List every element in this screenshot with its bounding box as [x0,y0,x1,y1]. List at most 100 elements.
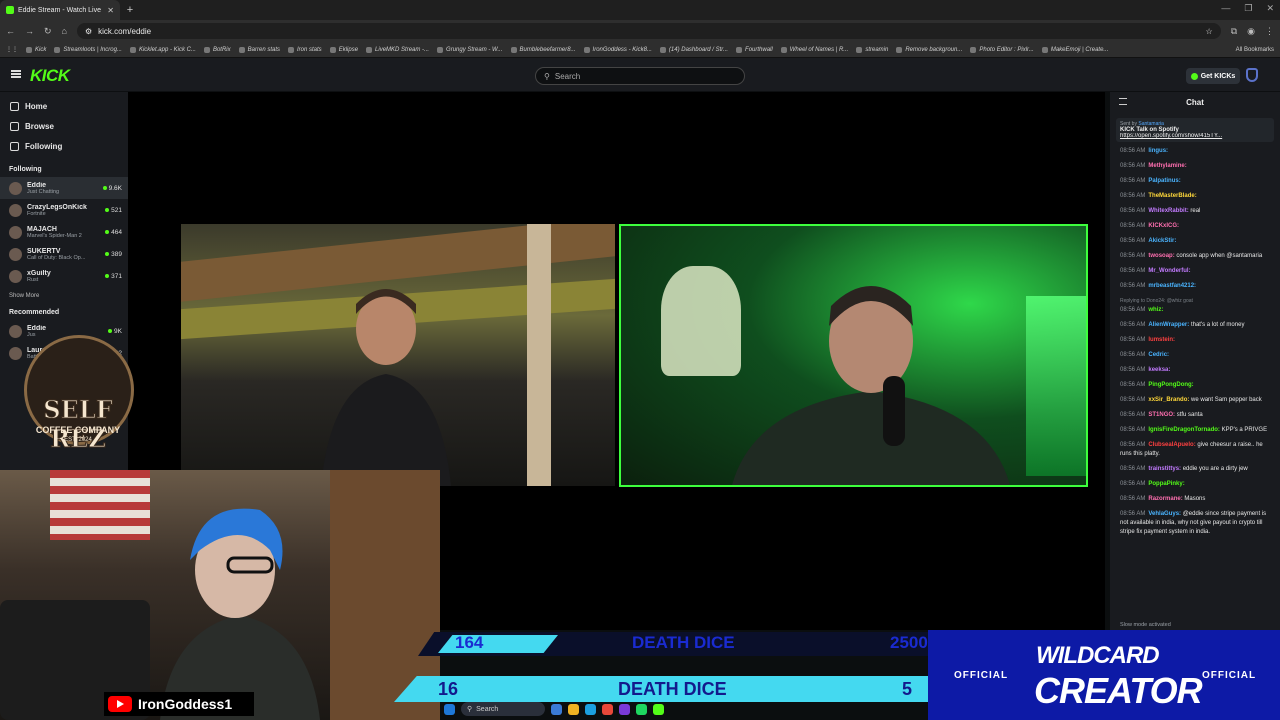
sidebar-channel[interactable]: xGuilty Rust 371 [0,265,128,287]
bookmark-favicon-icon [970,46,977,53]
message-username[interactable]: PingPongDong: [1148,382,1193,388]
close-window-icon[interactable]: ✕ [1266,3,1274,14]
message-username[interactable]: keeksa: [1148,367,1170,373]
bookmark-item[interactable]: Iron stats [288,46,322,53]
all-bookmarks-folder[interactable]: All Bookmarks [1236,47,1274,53]
sidebar-channel[interactable]: Eddie Just Chatting 9.6K [0,177,128,199]
viewer-count: 371 [105,273,122,280]
bookmark-star-icon[interactable]: ☆ [1206,27,1213,36]
bookmark-item[interactable]: Wheel of Names | R... [780,46,848,53]
maximize-icon[interactable]: ❐ [1244,3,1252,14]
apps-grid-icon[interactable]: ⋮⋮ [6,46,18,53]
taskbar-app-icon[interactable] [619,703,630,715]
sidebar-channel[interactable]: MAJACH Marvel's Spider-Man 2 464 [0,221,128,243]
taskbar-search[interactable]: ⚲ Search [461,702,545,716]
url-bar[interactable]: ⚙ kick.com/eddie ☆ [76,23,1221,39]
bookmark-favicon-icon [583,46,590,53]
reload-icon[interactable]: ↻ [44,26,52,37]
chrome-icon[interactable] [602,703,613,715]
user-shield-icon[interactable] [1246,68,1258,82]
youtube-handle-overlay: IronGoddess1 [104,692,254,716]
bookmark-item[interactable]: Bumblebeefarmer8... [510,46,576,53]
message-username[interactable]: Razormane: [1148,496,1182,502]
message-username[interactable]: mrbeastfan4212: [1148,283,1196,289]
bookmark-item[interactable]: LiveMKD Stream -... [366,46,429,53]
bookmark-item[interactable]: IronGoddess - Kick8... [583,46,652,53]
taskbar-app-icon[interactable] [551,703,562,715]
channel-category: Call of Duty: Black Op... [27,254,86,261]
bookmark-item[interactable]: streamin [856,46,888,53]
message-text: Masons [1184,496,1206,502]
kick-app-icon[interactable] [653,703,664,715]
message-username[interactable]: PoppaPinky: [1148,481,1184,487]
bookmark-item[interactable]: BotRix [203,46,231,53]
new-tab-button[interactable]: + [120,4,140,16]
bookmarks-bar: ⋮⋮ Kick Streamloots | Incrog... Kicklet.app… [0,42,1280,58]
sidebar-channel[interactable]: SUKERTV Call of Duty: Black Op... 389 [0,243,128,265]
search-input[interactable]: ⚲ Search [535,67,745,85]
bookmark-item[interactable]: Kicklet.app - Kick C... [129,46,196,53]
kick-logo[interactable]: KICK [30,66,70,86]
nav-following[interactable]: Following [0,136,128,156]
message-username[interactable]: whiz: [1148,307,1163,313]
home-icon [10,101,19,111]
collapse-chat-icon[interactable] [1119,98,1127,105]
nav-browse[interactable]: Browse [0,116,128,136]
bookmark-item[interactable]: Kick [26,46,46,53]
message-username[interactable]: Cedric: [1148,352,1169,358]
close-tab-icon[interactable]: ✕ [107,6,114,15]
spotify-icon[interactable] [636,703,647,715]
menu-hamburger-icon[interactable] [11,70,21,78]
message-username[interactable]: Methylamine: [1148,163,1186,169]
message-time: 08:56 AM [1120,163,1146,169]
browser-tab-bar: Eddie Stream - Watch Live ✕ + — ❐ ✕ [0,0,1280,20]
message-username[interactable]: twosoap: [1148,253,1174,259]
message-username[interactable]: VehlaGuys: [1148,511,1181,517]
windows-start-icon[interactable] [444,703,455,715]
bookmark-item[interactable]: Grungy Stream - W... [437,46,503,53]
message-username[interactable]: lumstein: [1148,337,1175,343]
edge-icon[interactable] [585,703,596,715]
back-icon[interactable]: ← [6,26,15,36]
pinned-message[interactable]: Sent by Santamaria KICK Talk on Spotify … [1116,118,1274,142]
message-username[interactable]: trainstittys: [1148,466,1181,472]
browser-tab[interactable]: Eddie Stream - Watch Live ✕ [0,0,120,20]
bookmark-item[interactable]: Eklipse [329,46,358,53]
extensions-icon[interactable]: ⧉ [1231,26,1237,37]
site-info-icon[interactable]: ⚙ [85,27,92,36]
sidebar-channel[interactable]: CrazyLegsOnKick Fortnite 521 [0,199,128,221]
get-kicks-button[interactable]: Get KICKs [1186,68,1240,84]
message-username[interactable]: IgnisFireDragonTornado: [1148,427,1220,433]
bookmark-item[interactable]: Barren stats [238,46,280,53]
message-username[interactable]: AkickStir: [1148,238,1176,244]
file-explorer-icon[interactable] [568,703,579,715]
show-more-link[interactable]: Show More [0,287,128,301]
profile-icon[interactable]: ◉ [1247,26,1255,37]
message-username[interactable]: AlienWrapper: [1148,322,1189,328]
message-username[interactable]: ClubsealApuelo: [1148,442,1195,448]
bookmark-item[interactable]: Remove backgroun... [896,46,962,53]
bookmark-item[interactable]: MakeEmoji | Create... [1041,46,1108,53]
minimize-icon[interactable]: — [1221,3,1230,14]
message-username[interactable]: ST1NGO: [1148,412,1175,418]
message-username[interactable]: KICKxICG: [1148,223,1179,229]
bookmark-item[interactable]: Fourthwall [736,46,773,53]
chat-message: 08:56 AM VehlaGuys: @eddie since stripe p… [1110,507,1280,540]
message-username[interactable]: Mr_Wonderful: [1148,268,1190,274]
bookmark-label: Photo Editor : Pixlr... [979,46,1034,53]
message-username[interactable]: lingus: [1148,148,1168,154]
home-browser-icon[interactable]: ⌂ [62,26,67,36]
bookmark-item[interactable]: Photo Editor : Pixlr... [970,46,1034,53]
nav-home[interactable]: Home [0,96,128,116]
message-username[interactable]: TheMasterBlade: [1148,193,1196,199]
bookmark-item[interactable]: (14) Dashboard / Str... [659,46,728,53]
get-kicks-label: Get KICKs [1200,72,1236,80]
bookmark-label: Streamloots | Incrog... [63,46,122,53]
message-username[interactable]: WhitexRabbit: [1148,208,1188,214]
bookmark-item[interactable]: Streamloots | Incrog... [54,46,122,53]
forward-icon[interactable]: → [25,26,34,36]
message-username[interactable]: xxSir_Brando: [1148,397,1189,403]
menu-dots-icon[interactable]: ⋮ [1265,26,1274,37]
pinned-link[interactable]: https://open.spotify.com/show/415TY... [1120,133,1270,139]
message-username[interactable]: Palpatinus: [1148,178,1180,184]
